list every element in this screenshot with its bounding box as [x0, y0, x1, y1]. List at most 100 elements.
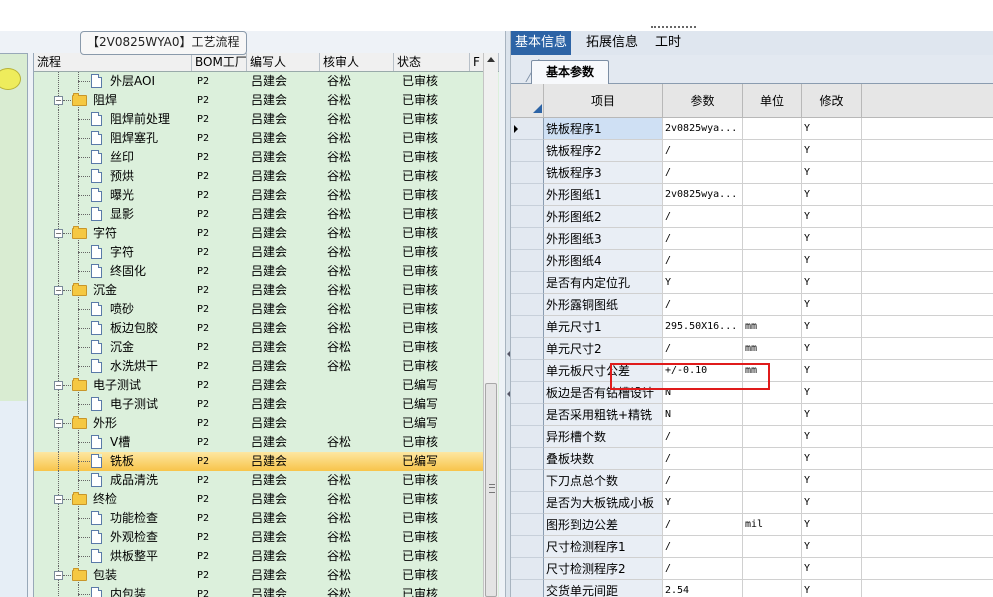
tree-folder-row[interactable]: − 沉金 P2 吕建会 谷松 已审核 [34, 281, 484, 300]
param-row[interactable]: 单元板尺寸公差 +/-0.10 mm Y [511, 360, 993, 382]
row-header[interactable] [511, 206, 544, 228]
modify-cell[interactable]: Y [802, 448, 862, 470]
tree-item-row[interactable]: V槽 P2 吕建会 谷松 已审核 [34, 433, 484, 452]
collapse-toggle-icon[interactable]: − [54, 286, 63, 295]
subtab-basic-params[interactable]: 基本参数 [531, 60, 609, 84]
unit-cell[interactable] [743, 140, 802, 162]
param-row[interactable]: 是否采用粗铣+精铣 N Y [511, 404, 993, 426]
collapse-toggle-icon[interactable]: − [54, 495, 63, 504]
tree-item-row[interactable]: 沉金 P2 吕建会 谷松 已审核 [34, 338, 484, 357]
row-header[interactable] [511, 250, 544, 272]
param-row[interactable]: 是否为大板铣成小板 Y Y [511, 492, 993, 514]
param-row[interactable]: 单元尺寸2/mm Y [511, 338, 993, 360]
row-header[interactable] [511, 294, 544, 316]
param-cell[interactable]: / [663, 162, 743, 184]
chat-bubble-icon[interactable] [0, 68, 21, 90]
row-header[interactable] [511, 118, 544, 140]
param-cell[interactable]: / [663, 338, 743, 360]
row-header[interactable] [511, 316, 544, 338]
param-row[interactable]: 异形槽个数 / Y [511, 426, 993, 448]
collapse-toggle-icon[interactable]: − [54, 419, 63, 428]
item-cell[interactable]: 铣板程序3 [544, 162, 663, 184]
param-cell[interactable]: / [663, 140, 743, 162]
tree-item-row[interactable]: 铣板 P2 吕建会 已编写 [34, 452, 484, 471]
row-header[interactable] [511, 492, 544, 514]
row-header[interactable] [511, 184, 544, 206]
tree-item-row[interactable]: 外层AOI P2 吕建会 谷松 已审核 [34, 72, 484, 91]
modify-cell[interactable]: Y [802, 250, 862, 272]
modify-cell[interactable]: Y [802, 470, 862, 492]
item-cell[interactable]: 外形图纸3 [544, 228, 663, 250]
param-cell[interactable]: Y [663, 272, 743, 294]
item-cell[interactable]: 单元板尺寸公差 [544, 360, 663, 382]
param-cell[interactable]: / [663, 228, 743, 250]
modify-cell[interactable]: Y [802, 316, 862, 338]
tree-item-row[interactable]: 成品清洗 P2 吕建会 谷松 已审核 [34, 471, 484, 490]
collapse-toggle-icon[interactable]: − [54, 96, 63, 105]
item-cell[interactable]: 单元尺寸1 [544, 316, 663, 338]
modify-cell[interactable]: Y [802, 580, 862, 597]
param-row[interactable]: 外形图纸3/ Y [511, 228, 993, 250]
item-cell[interactable]: 尺寸检测程序2 [544, 558, 663, 580]
collapse-toggle-icon[interactable]: − [54, 229, 63, 238]
item-cell[interactable]: 尺寸检测程序1 [544, 536, 663, 558]
unit-cell[interactable] [743, 448, 802, 470]
param-row[interactable]: 下刀点总个数 / Y [511, 470, 993, 492]
modify-cell[interactable]: Y [802, 118, 862, 140]
tree-folder-row[interactable]: − 电子测试 P2 吕建会 已编写 [34, 376, 484, 395]
unit-cell[interactable]: mm [743, 316, 802, 338]
tree-item-row[interactable]: 阻焊塞孔 P2 吕建会 谷松 已审核 [34, 129, 484, 148]
col-header-item[interactable]: 项目 [544, 84, 663, 118]
unit-cell[interactable] [743, 382, 802, 404]
param-row[interactable]: 尺寸检测程序2/ Y [511, 558, 993, 580]
unit-cell[interactable] [743, 294, 802, 316]
tab-basic-info[interactable]: 基本信息 [511, 31, 572, 55]
modify-cell[interactable]: Y [802, 426, 862, 448]
row-header[interactable] [511, 536, 544, 558]
param-cell[interactable]: / [663, 448, 743, 470]
item-cell[interactable]: 铣板程序2 [544, 140, 663, 162]
item-cell[interactable]: 交货单元间距 [544, 580, 663, 597]
item-cell[interactable]: 下刀点总个数 [544, 470, 663, 492]
collapse-toggle-icon[interactable]: − [54, 571, 63, 580]
modify-cell[interactable]: Y [802, 338, 862, 360]
item-cell[interactable]: 异形槽个数 [544, 426, 663, 448]
modify-cell[interactable]: Y [802, 228, 862, 250]
process-flow-tab[interactable]: 【2V0825WYA0】工艺流程 [80, 31, 247, 55]
unit-cell[interactable] [743, 250, 802, 272]
unit-cell[interactable] [743, 272, 802, 294]
modify-cell[interactable]: Y [802, 272, 862, 294]
param-cell[interactable]: / [663, 294, 743, 316]
tree-item-row[interactable]: 板边包胶 P2 吕建会 谷松 已审核 [34, 319, 484, 338]
item-cell[interactable]: 外形图纸4 [544, 250, 663, 272]
row-header[interactable] [511, 470, 544, 492]
row-header[interactable] [511, 448, 544, 470]
tree-item-row[interactable]: 水洗烘干 P2 吕建会 谷松 已审核 [34, 357, 484, 376]
param-cell[interactable]: 2v0825wya... [663, 184, 743, 206]
param-row[interactable]: 叠板块数 / Y [511, 448, 993, 470]
param-row[interactable]: 交货单元间距 2.54 Y [511, 580, 993, 597]
param-cell[interactable]: 2v0825wya... [663, 118, 743, 140]
unit-cell[interactable] [743, 492, 802, 514]
param-cell[interactable]: Y [663, 492, 743, 514]
tree-item-row[interactable]: 显影 P2 吕建会 谷松 已审核 [34, 205, 484, 224]
param-cell[interactable]: / [663, 426, 743, 448]
modify-cell[interactable]: Y [802, 184, 862, 206]
tree-scrollbar[interactable] [483, 53, 498, 597]
modify-cell[interactable]: Y [802, 558, 862, 580]
row-header[interactable] [511, 338, 544, 360]
tree-item-row[interactable]: 阻焊前处理 P2 吕建会 谷松 已审核 [34, 110, 484, 129]
param-cell[interactable]: / [663, 470, 743, 492]
tab-extended-info[interactable]: 拓展信息 [582, 31, 642, 55]
modify-cell[interactable]: Y [802, 536, 862, 558]
row-header[interactable] [511, 272, 544, 294]
modify-cell[interactable]: Y [802, 492, 862, 514]
unit-cell[interactable]: mm [743, 360, 802, 382]
tree-item-row[interactable]: 曝光 P2 吕建会 谷松 已审核 [34, 186, 484, 205]
row-header[interactable] [511, 426, 544, 448]
item-cell[interactable]: 外形图纸2 [544, 206, 663, 228]
collapse-arrow-icon[interactable] [507, 351, 510, 357]
param-cell[interactable]: +/-0.10 [663, 360, 743, 382]
col-header-author[interactable]: 编写人 [247, 53, 320, 71]
unit-cell[interactable] [743, 228, 802, 250]
